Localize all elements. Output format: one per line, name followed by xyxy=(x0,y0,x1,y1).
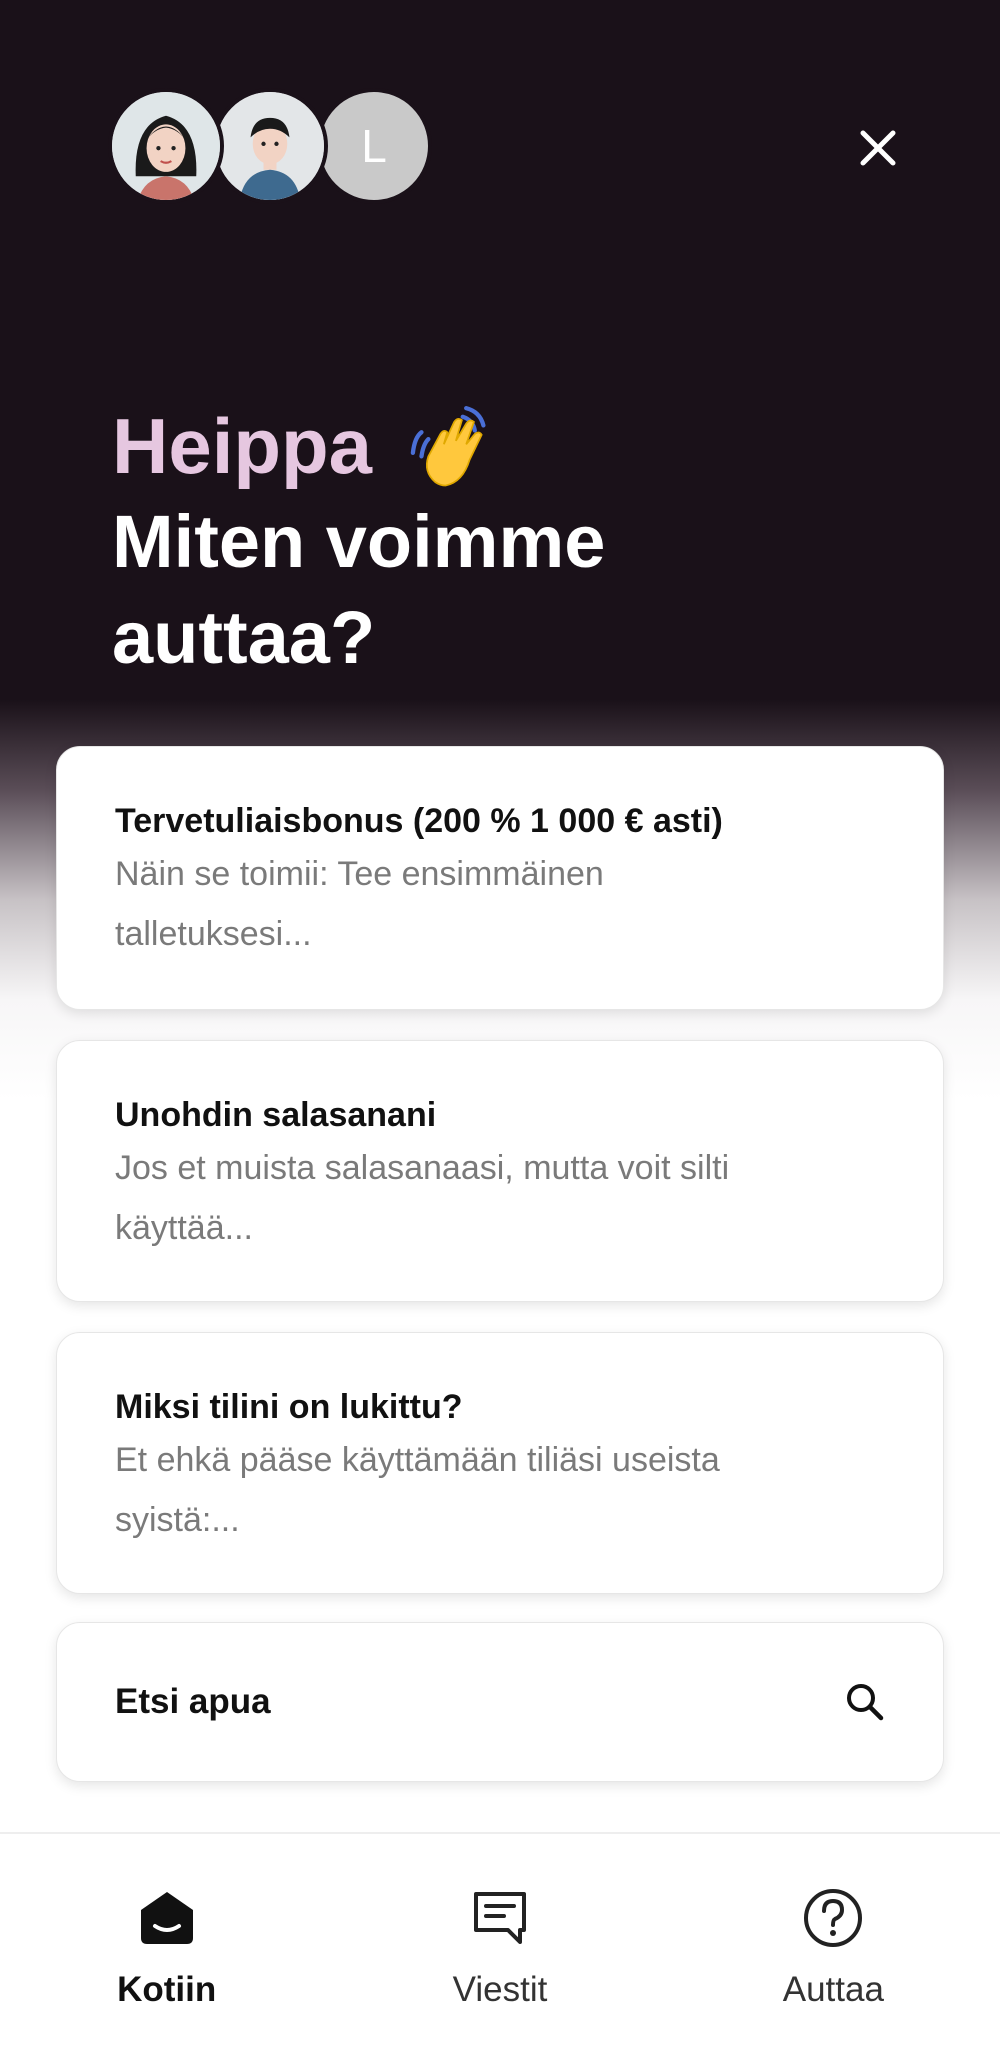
article-desc-line2: syistä:... xyxy=(115,1501,240,1539)
messages-icon xyxy=(473,1892,526,1944)
article-desc-line1: Näin se toimii: Tee ensimmäinen xyxy=(115,855,604,893)
search-label: Etsi apua xyxy=(115,1682,271,1721)
article-card-account-locked[interactable]: Miksi tilini on lukittu? Et ehkä pääse k… xyxy=(56,1332,944,1594)
nav-label-help: Auttaa xyxy=(782,1970,884,2009)
greeting-question-line2: auttaa? xyxy=(112,596,376,679)
article-desc-line1: Et ehkä pääse käyttämään tiliäsi useista xyxy=(115,1441,720,1479)
nav-label-messages: Viestit xyxy=(452,1970,548,2009)
nav-item-help[interactable]: Auttaa xyxy=(667,1834,1000,2056)
nav-item-messages[interactable]: Viestit xyxy=(333,1834,666,2056)
article-title: Miksi tilini on lukittu? xyxy=(115,1388,463,1426)
close-icon xyxy=(860,130,896,166)
waving-hand-icon xyxy=(410,406,486,487)
article-title: Tervetuliaisbonus (200 % 1 000 € asti) xyxy=(115,802,723,840)
article-desc-line2: käyttää... xyxy=(115,1209,253,1247)
greeting-question-line1: Miten voimme xyxy=(112,500,606,583)
team-avatars: L xyxy=(108,88,438,204)
home-icon xyxy=(140,1892,193,1944)
man-avatar xyxy=(212,88,328,204)
woman-avatar xyxy=(108,88,224,204)
close-button[interactable] xyxy=(848,118,908,178)
article-card-welcome-bonus[interactable]: Tervetuliaisbonus (200 % 1 000 € asti) N… xyxy=(56,746,944,1010)
avatar-initial: L xyxy=(361,120,387,172)
search-icon xyxy=(847,1684,884,1721)
bottom-navigation: Kotiin Viestit Auttaa xyxy=(0,1832,1000,2056)
article-title: Unohdin salasanani xyxy=(115,1096,437,1134)
nav-item-home[interactable]: Kotiin xyxy=(0,1834,333,2056)
greeting-hello: Heippa xyxy=(112,402,373,490)
greeting: Heippa Miten voimme auttaa? xyxy=(112,398,832,686)
article-card-forgot-password[interactable]: Unohdin salasanani Jos et muista salasan… xyxy=(56,1040,944,1302)
search-help-field[interactable]: Etsi apua xyxy=(56,1622,944,1782)
initial-avatar: L xyxy=(316,88,432,204)
article-desc-line2: talletuksesi... xyxy=(115,915,312,953)
nav-label-home: Kotiin xyxy=(117,1970,217,2009)
article-desc-line1: Jos et muista salasanaasi, mutta voit si… xyxy=(115,1149,730,1187)
help-icon xyxy=(804,1889,863,1947)
